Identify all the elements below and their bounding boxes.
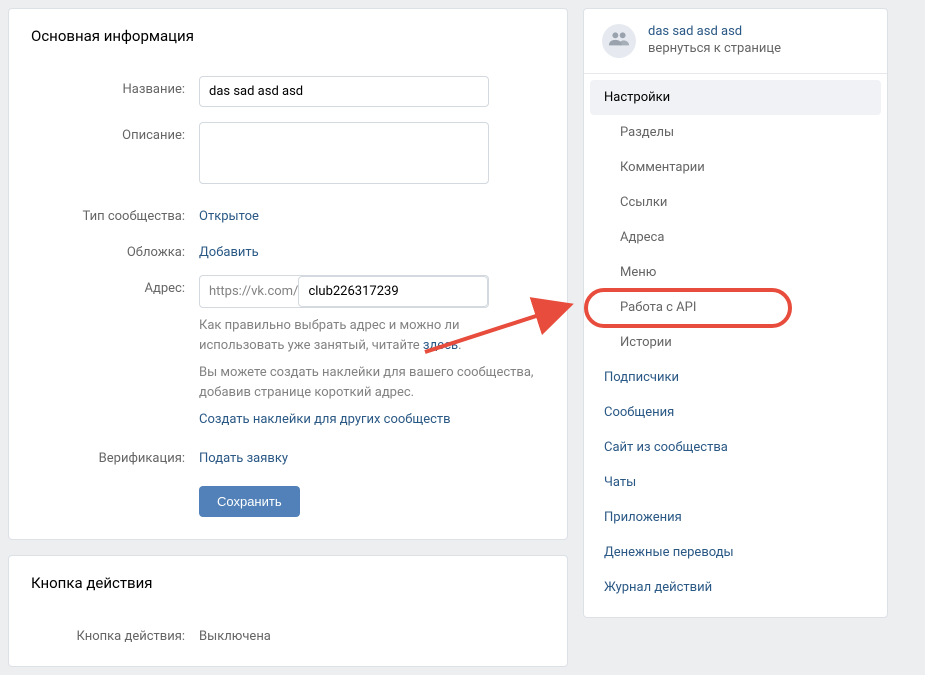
label-description: Описание: <box>31 122 199 143</box>
address-help-1c: . <box>458 338 461 353</box>
sidebar-nav: НастройкиРазделыКомментарииСсылкиАдресаМ… <box>584 74 887 617</box>
main-info-panel: Основная информация Название: Описание: … <box>8 8 568 540</box>
annotation-highlight-oval <box>584 288 792 328</box>
group-avatar <box>602 24 636 58</box>
row-verification: Верификация: Подать заявку <box>31 430 545 466</box>
sidebar-header[interactable]: das sad asd asd вернуться к странице <box>584 9 887 74</box>
stickers-link[interactable]: Создать наклейки для других сообществ <box>199 412 451 427</box>
action-button-value: Выключена <box>199 629 271 644</box>
address-help-2: Вы можете создать наклейки для вашего со… <box>199 363 539 402</box>
row-action-button: Кнопка действия: Выключена <box>31 608 545 644</box>
verification-apply-link[interactable]: Подать заявку <box>199 451 288 466</box>
save-button[interactable]: Сохранить <box>199 486 300 517</box>
community-type-link[interactable]: Открытое <box>199 209 259 224</box>
cover-add-link[interactable]: Добавить <box>199 245 259 260</box>
nav-item-1[interactable]: Разделы <box>590 115 881 150</box>
group-icon <box>608 31 630 51</box>
back-to-page-link[interactable]: вернуться к странице <box>648 41 781 58</box>
nav-item-7[interactable]: Истории <box>590 325 881 360</box>
description-textarea[interactable] <box>199 122 489 184</box>
nav-item-11[interactable]: Чаты <box>590 465 881 500</box>
address-help-1: Как правильно выбрать адрес и можно ли и… <box>199 316 539 355</box>
nav-item-4[interactable]: Адреса <box>590 220 881 255</box>
address-input-wrapper[interactable]: https://vk.com/ <box>199 275 489 308</box>
label-address: Адрес: <box>31 275 199 296</box>
action-button-panel: Кнопка действия Кнопка действия: Выключе… <box>8 555 568 667</box>
label-verification: Верификация: <box>31 445 199 466</box>
nav-item-9[interactable]: Сообщения <box>590 395 881 430</box>
row-address: Адрес: https://vk.com/ Как правильно выб… <box>31 260 545 430</box>
row-description: Описание: <box>31 107 545 188</box>
nav-item-13[interactable]: Денежные переводы <box>590 535 881 570</box>
label-community-type: Тип сообщества: <box>31 203 199 224</box>
label-cover: Обложка: <box>31 239 199 260</box>
address-help-3: Создать наклейки для других сообществ <box>199 410 539 430</box>
panel-title-action: Кнопка действия <box>9 556 567 602</box>
row-name: Название: <box>31 61 545 107</box>
name-input[interactable] <box>199 76 489 107</box>
nav-item-6[interactable]: Работа с API <box>590 290 881 325</box>
nav-item-12[interactable]: Приложения <box>590 500 881 535</box>
nav-item-14[interactable]: Журнал действий <box>590 570 881 605</box>
group-name-link[interactable]: das sad asd asd <box>648 24 781 41</box>
row-cover: Обложка: Добавить <box>31 224 545 260</box>
nav-item-5[interactable]: Меню <box>590 255 881 290</box>
nav-item-0[interactable]: Настройки <box>590 80 881 115</box>
nav-item-3[interactable]: Ссылки <box>590 185 881 220</box>
address-help-1a: Как правильно выбрать адрес и можно ли и… <box>199 318 460 353</box>
nav-item-2[interactable]: Комментарии <box>590 150 881 185</box>
panel-title-main: Основная информация <box>9 9 567 55</box>
sidebar-panel: das sad asd asd вернуться к странице Нас… <box>583 8 888 618</box>
nav-item-10[interactable]: Сайт из сообщества <box>590 430 881 465</box>
label-action-button: Кнопка действия: <box>31 623 199 644</box>
address-prefix: https://vk.com/ <box>200 277 298 306</box>
nav-item-8[interactable]: Подписчики <box>590 360 881 395</box>
address-help-here-link[interactable]: здесь <box>423 338 458 353</box>
address-input[interactable] <box>298 276 488 307</box>
row-community-type: Тип сообщества: Открытое <box>31 188 545 224</box>
label-name: Название: <box>31 76 199 97</box>
